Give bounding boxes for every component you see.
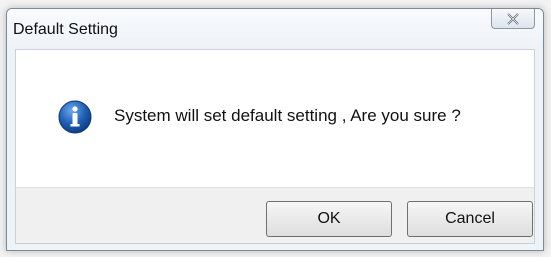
cancel-button[interactable]: Cancel xyxy=(407,201,533,237)
close-button[interactable] xyxy=(491,9,535,29)
close-icon xyxy=(507,12,519,25)
ok-button[interactable]: OK xyxy=(266,201,392,237)
dialog-message: System will set default setting , Are yo… xyxy=(114,106,461,125)
dialog-title: Default Setting xyxy=(13,21,118,38)
message-area: System will set default setting , Are yo… xyxy=(15,49,535,188)
button-bar: OK Cancel xyxy=(15,187,535,244)
info-icon xyxy=(58,100,92,134)
dialog-window: Default Setting System will set default … xyxy=(6,8,544,251)
title-bar: Default Setting xyxy=(7,9,543,49)
